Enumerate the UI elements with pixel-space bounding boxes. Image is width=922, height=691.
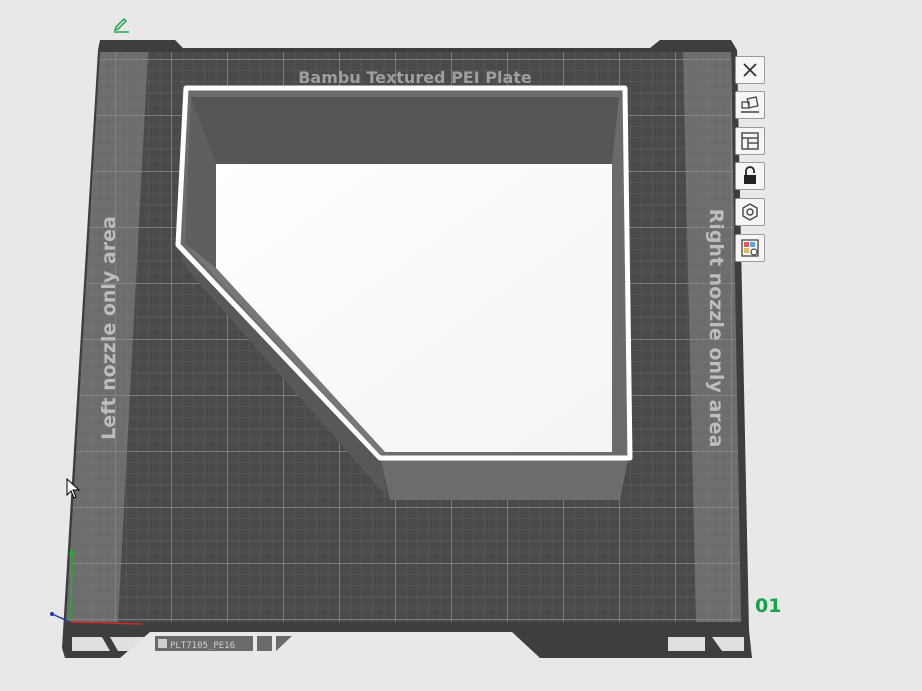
- plate-layout-button[interactable]: [735, 127, 765, 155]
- left-nozzle-label: Left nozzle only area: [98, 216, 120, 440]
- mouse-cursor-icon: [66, 477, 82, 504]
- close-icon: [743, 63, 757, 77]
- build-plate-viewport[interactable]: Bambu Textured PEI Plate Left nozzle onl…: [0, 0, 922, 691]
- lock-icon: [744, 166, 756, 184]
- filament-map-icon: [741, 239, 759, 257]
- right-nozzle-label: Right nozzle only area: [705, 209, 727, 448]
- lock-plate-button[interactable]: [735, 162, 765, 190]
- hexagon-settings-icon: [742, 203, 758, 221]
- edit-plate-name-icon[interactable]: [111, 15, 131, 37]
- arrange-icon: [741, 96, 759, 113]
- filament-map-button[interactable]: [735, 234, 765, 262]
- layout-icon: [741, 132, 759, 150]
- plate-settings-button[interactable]: [735, 198, 765, 226]
- plate-title: Bambu Textured PEI Plate: [298, 68, 532, 87]
- plate-tag-icon: [158, 639, 167, 648]
- auto-arrange-button[interactable]: [735, 91, 765, 119]
- close-plate-button[interactable]: [735, 56, 765, 84]
- plate-number: 01: [755, 595, 782, 617]
- plate-tag-label: PLT7105_PE16: [170, 641, 235, 651]
